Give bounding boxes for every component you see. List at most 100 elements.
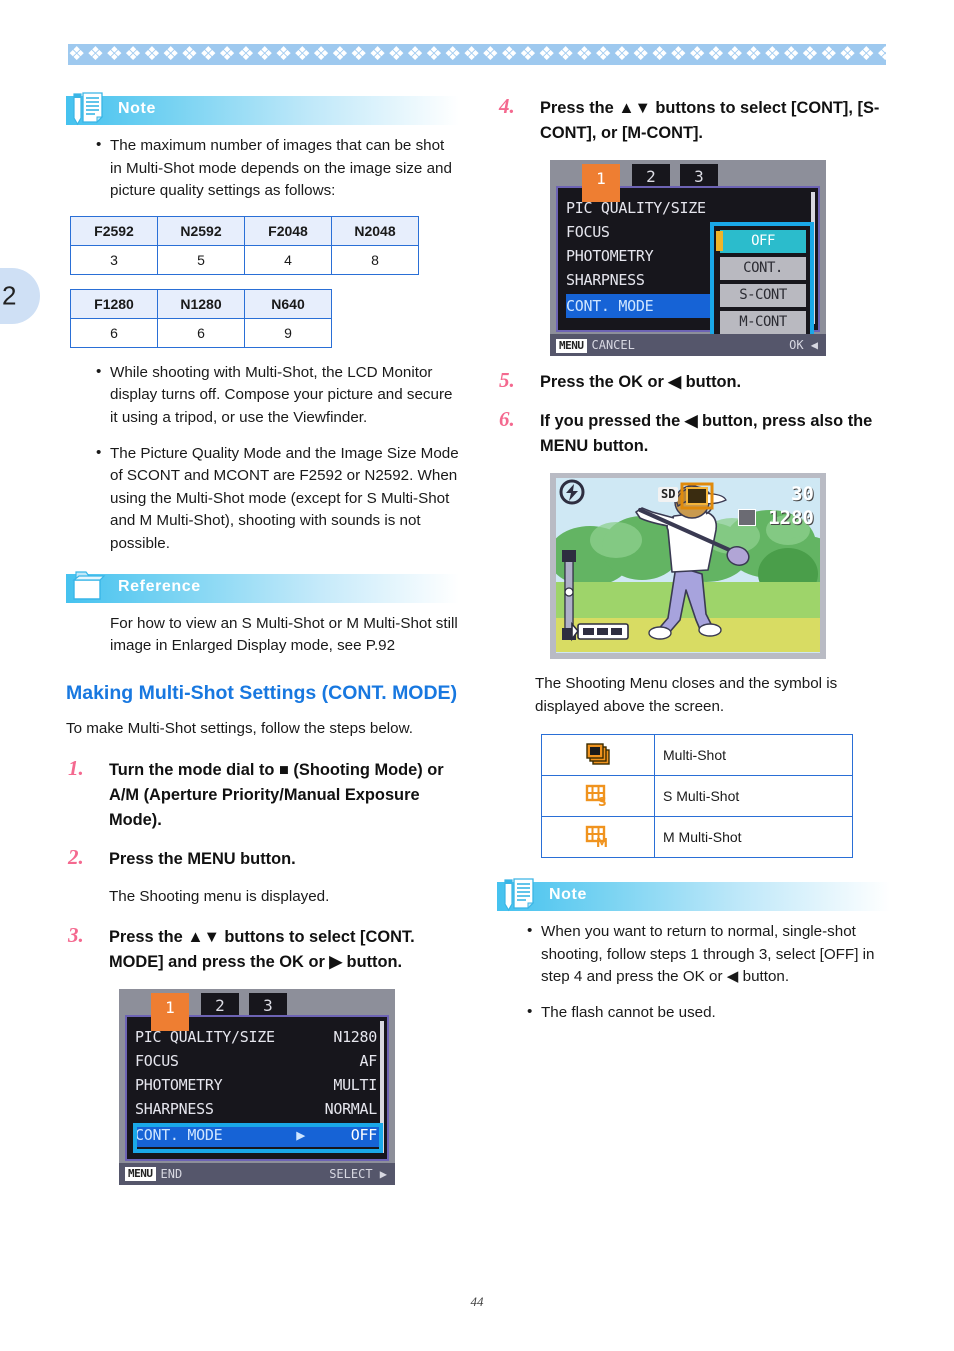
multi-shot-stack-icon-glyph — [586, 742, 610, 765]
note-callout-label: Note — [118, 100, 156, 117]
lcd-option-item: M-CONT — [720, 311, 806, 334]
table-cell: 5 — [157, 244, 245, 275]
lcd-menu-panel: PIC QUALITY/SIZE FOCUS PHOTOMETRY SHARPN… — [556, 186, 820, 344]
symbol-label: M Multi-Shot — [654, 816, 853, 859]
lcd-option-popup: OFF CONT. S-CONT M-CONT — [710, 222, 814, 344]
multishot-capacity-table-b: F1280 N1280 N640 6 6 9 — [70, 288, 332, 348]
lcd-menu-row: FOCUS AF — [135, 1049, 379, 1073]
lcd-tab-1: 1 — [582, 164, 620, 202]
note-bullet-list-3: When you want to return to normal, singl… — [527, 920, 890, 1024]
lcd-status-left-label: CANCEL — [591, 338, 635, 352]
lcd-menu-row-label: PHOTOMETRY — [135, 1075, 223, 1094]
table-header-cell: N1280 — [157, 288, 245, 319]
reference-body-text: For how to view an S Multi-Shot or M Mul… — [110, 614, 458, 655]
table-header-cell: F1280 — [70, 288, 158, 319]
table-row: F1280 N1280 N640 — [70, 288, 332, 319]
step-2: 2. Press the MENU button. — [66, 845, 459, 872]
battery-icon — [571, 621, 629, 642]
lcd-overlay-sd-badge: SD — [658, 487, 679, 502]
note-pencil-document-icon — [504, 878, 535, 912]
step-number: 3. — [68, 922, 84, 947]
table-header-cell: N640 — [244, 288, 332, 319]
list-item: The Picture Quality Mode and the Image S… — [96, 442, 459, 556]
table-row: F2592 N2592 F2048 N2048 — [70, 215, 419, 246]
table-header-cell: N2592 — [157, 215, 245, 246]
note-bullet-list-2: While shooting with Multi-Shot, the LCD … — [96, 361, 459, 556]
note-callout-label-2: Note — [549, 886, 587, 904]
lcd-menu-chip: MENU — [125, 1167, 156, 1182]
lcd-option-item: CONT. — [720, 257, 806, 280]
table-row: 3 5 4 8 — [70, 244, 419, 275]
symbol-label: Multi-Shot — [654, 734, 853, 777]
lcd-menu-row-label: SHARPNESS — [135, 1099, 214, 1118]
right-column: 4. Press the ▲▼ buttons to select [CONT]… — [497, 94, 890, 1038]
step-text: If you pressed the ◀ button, press also … — [540, 412, 873, 455]
lcd-photo-inner — [556, 478, 820, 653]
table-cell: 6 — [70, 317, 158, 348]
page-top-decorative-rule: ❖❖❖❖❖❖❖❖❖❖❖❖❖❖❖❖❖❖❖❖❖❖❖❖❖❖❖❖❖❖❖❖❖❖❖❖❖❖❖❖… — [68, 44, 886, 65]
svg-text:S: S — [598, 795, 607, 807]
note-pencil-document-icon — [73, 92, 104, 126]
lcd-menu-row-label: PHOTOMETRY — [566, 247, 654, 265]
list-item: While shooting with Multi-Shot, the LCD … — [96, 361, 459, 430]
lcd-menu-row-value: AF — [359, 1051, 378, 1070]
lcd-menu-row-label: SHARPNESS — [566, 271, 645, 289]
chapter-tab: 2 — [0, 268, 40, 324]
lcd-status-right-label: SELECT ▶ — [329, 1166, 387, 1181]
table-row: M M Multi-Shot — [541, 816, 853, 859]
step-2-sub-note: The Shooting menu is displayed. — [109, 888, 330, 906]
note-bullet-list-1: The maximum number of images that can be… — [96, 134, 459, 203]
step-5: 5. Press the OK or ◀ button. — [497, 368, 890, 395]
step-4: 4. Press the ▲▼ buttons to select [CONT]… — [497, 94, 890, 146]
lcd-screen: 1 2 3 PIC QUALITY/SIZE FOCUS PHOTOMETRY — [550, 160, 826, 356]
golfer-swinging-club-illustration — [556, 478, 820, 652]
step-6: 6. If you pressed the ◀ button, press al… — [497, 407, 890, 459]
left-column: Note The maximum number of images that c… — [66, 92, 459, 1199]
s-multi-shot-grid-icon-glyph: S — [585, 784, 607, 809]
lcd-screenshot-shooting-menu: 1 2 3 PIC QUALITY/SIZE N1280 FOCUS AF PH… — [119, 988, 395, 1185]
lcd-menu-row-label: FOCUS — [135, 1051, 179, 1070]
table-row: Multi-Shot — [541, 734, 853, 777]
list-item: When you want to return to normal, singl… — [527, 920, 890, 989]
top-rule-diamond-pattern: ❖❖❖❖❖❖❖❖❖❖❖❖❖❖❖❖❖❖❖❖❖❖❖❖❖❖❖❖❖❖❖❖❖❖❖❖❖❖❖❖… — [68, 44, 886, 65]
step-text: Press the ▲▼ buttons to select [CONT. MO… — [109, 927, 415, 971]
multishot-symbol-table: Multi-Shot S S Multi-Shot M M Multi-Shot — [541, 734, 853, 859]
table-cell: 8 — [331, 244, 419, 275]
step-1: 1. Turn the mode dial to ■ (Shooting Mod… — [66, 756, 459, 833]
step-number: 1. — [68, 756, 84, 781]
lcd-menu-chip: MENU — [556, 338, 587, 353]
table-cell: 4 — [244, 244, 332, 275]
s-multi-shot-grid-icon: S — [541, 775, 655, 818]
m-multi-shot-grid-icon: M — [541, 816, 655, 859]
step-text: Turn the mode dial to ■ (Shooting Mode) … — [109, 761, 444, 830]
lcd-menu-row-value: N1280 — [333, 1027, 377, 1046]
chapter-tab-number: 2 — [2, 280, 17, 311]
lcd-status-bar: MENU END SELECT ▶ — [119, 1162, 395, 1185]
table-header-cell: F2048 — [244, 215, 332, 246]
lcd-option-item-selected: OFF — [716, 230, 806, 253]
note-callout-header-2: Note — [497, 878, 890, 912]
lcd-menu-row-label: FOCUS — [566, 223, 610, 241]
step-number: 4. — [499, 94, 515, 118]
lcd-selection-highlight-border — [133, 1122, 383, 1153]
lcd-menu-row: SHARPNESS NORMAL — [135, 1097, 379, 1121]
multi-shot-stack-icon — [541, 734, 655, 777]
af-frame — [680, 482, 714, 510]
step-number: 6. — [499, 407, 515, 431]
lcd-status-left-label: END — [160, 1166, 183, 1181]
lcd-menu-row-label: CONT. MODE — [566, 297, 654, 315]
lcd-overlay-image-size: 1280 — [768, 507, 814, 529]
lcd-menu-row-value: NORMAL — [324, 1099, 378, 1118]
lcd-screenshot-cont-mode-options: 1 2 3 PIC QUALITY/SIZE FOCUS PHOTOMETRY — [550, 160, 826, 356]
reference-callout-label: Reference — [118, 577, 201, 595]
page-title: Making Multi-Shot Settings (CONT. MODE) — [66, 681, 458, 704]
result-description-text: The Shooting Menu closes and the symbol … — [535, 675, 838, 715]
lcd-screen: 1 2 3 PIC QUALITY/SIZE N1280 FOCUS AF PH… — [119, 988, 395, 1185]
table-header-cell: N2048 — [331, 215, 419, 246]
lcd-screenshot-live-view-golfer: SD 30 1280 — [550, 473, 826, 659]
step-text: Press the OK or ◀ button. — [540, 373, 742, 391]
table-row: 6 6 9 — [70, 317, 332, 348]
table-cell: 6 — [157, 317, 245, 348]
step-text: Press the ▲▼ buttons to select [CONT], [… — [540, 99, 880, 142]
step-3: 3. Press the ▲▼ buttons to select [CONT.… — [66, 922, 459, 975]
